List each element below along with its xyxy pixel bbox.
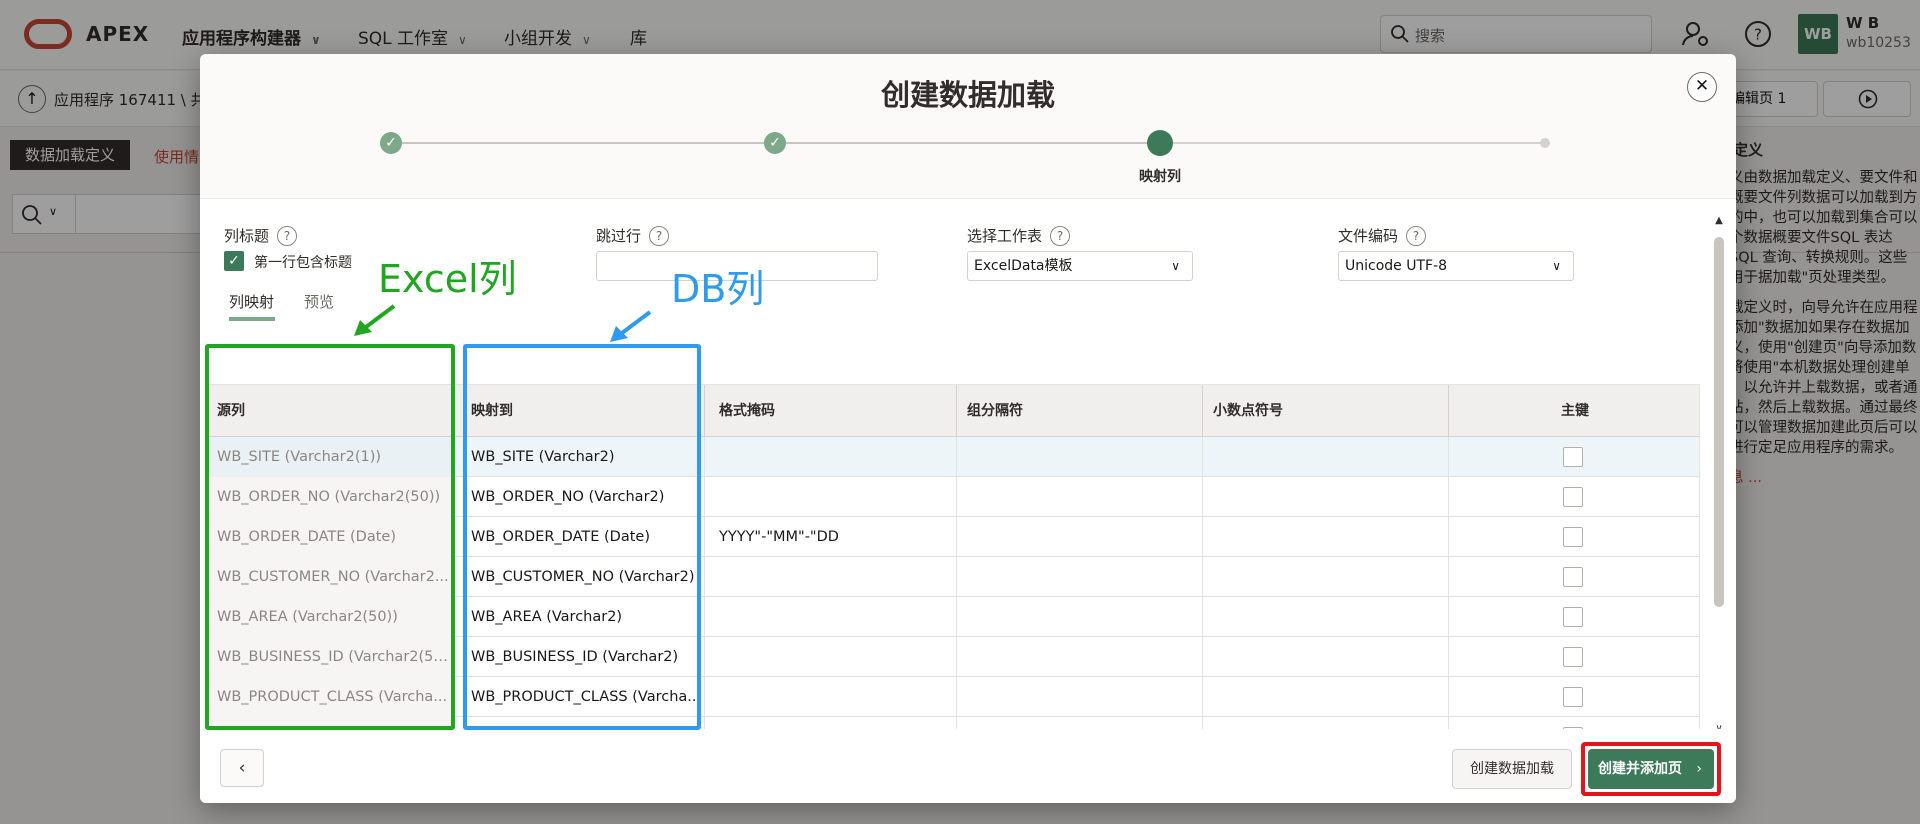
skip-rows-label: 跳过行? [596,225,670,246]
file-encoding-value: Unicode UTF-8 [1345,258,1448,274]
primary-key-checkbox[interactable] [1563,527,1583,547]
format-mask-cell[interactable] [709,597,957,637]
group-separator-cell[interactable] [957,517,1203,557]
help-icon[interactable]: ? [649,226,670,246]
current-step-label: 映射列 [1139,169,1181,185]
db-columns-annotation: DB列 [671,267,765,311]
chevron-down-icon: ∨ [1552,259,1561,273]
group-separator-cell[interactable] [957,597,1203,637]
progress-track-remaining [1173,142,1545,144]
header-format-mask: 格式掩码 [709,385,957,437]
file-encoding-label: 文件编码? [1338,225,1427,246]
worksheet-label: 选择工作表? [967,225,1071,246]
green-highlight-box [205,344,455,730]
decimal-character-cell[interactable] [1203,437,1449,477]
header-group-separator: 组分隔符 [957,385,1203,437]
primary-key-checkbox[interactable] [1563,647,1583,667]
tab-column-mapping[interactable]: 列映射 [229,291,274,312]
dialog-header: 创建数据加载 ✕ ✓ ✓ 映射列 [200,54,1736,199]
dialog-title: 创建数据加载 [880,78,1055,112]
tab-preview[interactable]: 预览 [304,291,334,312]
worksheet-value: ExcelData模板 [974,258,1073,274]
decimal-character-cell[interactable] [1203,477,1449,517]
column-header-label-text: 列标题 [224,227,270,245]
dialog-footer: ‹ 创建数据加载 创建并添加页 › [200,729,1736,803]
format-mask-cell[interactable] [709,477,957,517]
decimal-character-cell[interactable] [1203,557,1449,597]
group-separator-cell[interactable] [957,477,1203,517]
first-row-header-checkbox[interactable]: ✓ [224,251,244,271]
first-row-header-label[interactable]: 第一行包含标题 [254,252,352,272]
step-current-marker [1147,130,1173,156]
step-pending-marker [1540,138,1550,148]
previous-button[interactable]: ‹ [220,749,264,787]
chevron-down-icon: ∨ [1171,259,1180,273]
format-mask-cell[interactable] [709,677,957,717]
help-icon[interactable]: ? [1406,226,1427,246]
excel-columns-annotation: Excel列 [378,257,517,301]
header-primary-key: 主键 [1561,403,1589,419]
blue-arrow-icon [610,310,652,342]
close-icon[interactable]: ✕ [1687,72,1717,102]
scrollbar-thumb[interactable] [1714,237,1724,607]
primary-key-checkbox[interactable] [1563,447,1583,467]
column-header-label: 列标题? [224,225,298,246]
format-mask-cell[interactable] [709,637,957,677]
step-complete-check-icon: ✓ [764,132,786,154]
active-tab-underline [229,317,275,321]
step-complete-check-icon: ✓ [380,132,402,154]
create-data-load-button[interactable]: 创建数据加载 [1452,749,1572,789]
dialog-scrollbar[interactable]: ▲ ∨ [1712,215,1726,735]
red-highlight-box [1581,742,1721,796]
decimal-character-cell[interactable] [1203,677,1449,717]
skip-rows-label-text: 跳过行 [596,227,642,245]
file-encoding-select[interactable]: Unicode UTF-8 ∨ [1338,251,1574,281]
primary-key-checkbox[interactable] [1563,607,1583,627]
chevron-left-icon: ‹ [238,758,246,778]
worksheet-select[interactable]: ExcelData模板 ∨ [967,251,1193,281]
help-icon[interactable]: ? [277,226,298,246]
file-encoding-label-text: 文件编码 [1338,227,1399,245]
format-mask-cell[interactable] [709,437,957,477]
group-separator-cell[interactable] [957,677,1203,717]
green-arrow-icon [354,304,396,336]
primary-key-checkbox[interactable] [1563,687,1583,707]
group-separator-cell[interactable] [957,557,1203,597]
help-icon[interactable]: ? [1050,226,1071,246]
primary-key-checkbox[interactable] [1563,567,1583,587]
format-mask-cell[interactable] [709,557,957,597]
decimal-character-cell[interactable] [1203,637,1449,677]
group-separator-cell[interactable] [957,637,1203,677]
blue-highlight-box [463,344,701,730]
header-decimal-character: 小数点符号 [1203,385,1449,437]
decimal-character-cell[interactable] [1203,597,1449,637]
primary-key-checkbox[interactable] [1563,487,1583,507]
worksheet-label-text: 选择工作表 [967,227,1043,245]
scroll-up-icon[interactable]: ▲ [1712,215,1726,226]
format-mask-cell[interactable]: YYYY"-"MM"-"DD [709,517,957,557]
group-separator-cell[interactable] [957,437,1203,477]
decimal-character-cell[interactable] [1203,517,1449,557]
